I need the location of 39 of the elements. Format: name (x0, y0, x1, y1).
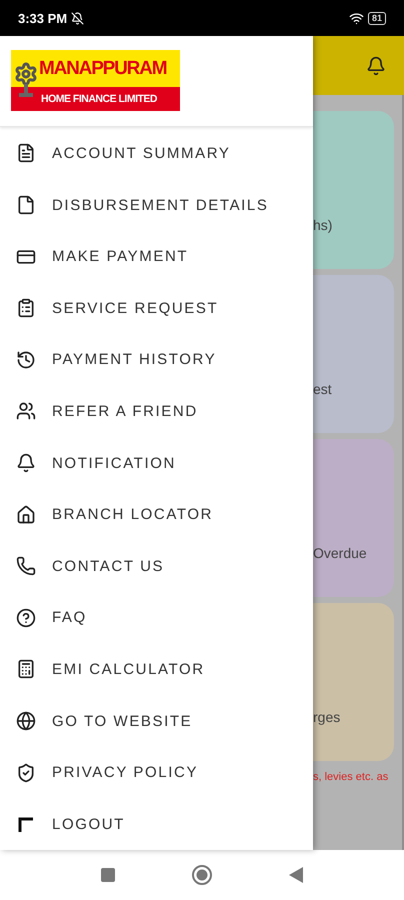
menu-item[interactable]: ACCOUNT SUMMARY (0, 128, 313, 180)
bell-icon (16, 453, 36, 474)
card-label: rges (313, 709, 340, 725)
document-icon (16, 143, 36, 164)
footnote: s, levies etc. as (313, 770, 390, 785)
menu-item[interactable]: NOTIFICATION (0, 437, 313, 489)
menu-item[interactable]: PAYMENT HISTORY (0, 334, 313, 386)
menu-item[interactable]: FAQ (0, 592, 313, 644)
menu-item[interactable]: REFER A FRIEND (0, 386, 313, 438)
house-icon (16, 504, 36, 525)
clipboard-icon (16, 298, 36, 318)
home-icon[interactable] (191, 864, 213, 886)
bell-icon[interactable] (366, 56, 386, 76)
card-label: Overdue (313, 545, 367, 561)
menu-item[interactable]: LOGOUT (0, 798, 313, 850)
logo: MANAPPURAM HOME FINANCE LIMITED (11, 50, 180, 112)
mute-icon (71, 12, 84, 24)
wifi-icon (348, 10, 364, 26)
menu-item[interactable]: MAKE PAYMENT (0, 230, 313, 282)
history-icon (16, 350, 36, 370)
card-label: est (313, 381, 332, 397)
menu-item[interactable]: DISBURSEMENT DETAILS (0, 179, 313, 231)
shield-icon (16, 762, 36, 783)
menu-item[interactable]: PRIVACY POLICY (0, 746, 313, 798)
menu-item[interactable]: BRANCH LOCATOR (0, 488, 313, 540)
back-icon[interactable] (289, 867, 303, 883)
globe-icon (16, 711, 36, 732)
document-icon (16, 195, 36, 216)
status-time: 3:33 PM (18, 10, 68, 26)
battery-icon: 81 (368, 12, 386, 24)
phone-icon (16, 556, 36, 576)
calculator-icon (16, 659, 36, 680)
menu-item[interactable]: EMI CALCULATOR (0, 644, 313, 696)
help-icon (16, 608, 36, 628)
card-label: hs) (313, 217, 332, 233)
menu-item[interactable]: GO TO WEBSITE (0, 695, 313, 747)
menu-item[interactable]: CONTACT US (0, 540, 313, 592)
menu-item[interactable]: SERVICE REQUEST (0, 282, 313, 334)
people-icon (16, 401, 36, 422)
